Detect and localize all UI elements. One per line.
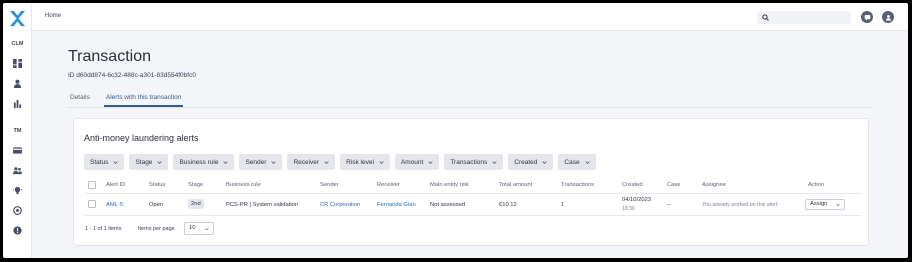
page-size-value: 10 xyxy=(189,225,196,231)
column-header[interactable]: Created xyxy=(622,182,643,188)
radar-icon[interactable] xyxy=(12,205,23,216)
filter-case[interactable]: Case xyxy=(558,154,596,170)
person-icon[interactable] xyxy=(12,78,23,89)
total-amount-cell: €10.12 xyxy=(499,202,517,208)
assign-dropdown[interactable]: Assign xyxy=(805,199,845,210)
case-cell: -- xyxy=(667,202,671,208)
filter-label: Risk level xyxy=(346,158,374,166)
alert-icon[interactable] xyxy=(12,225,23,236)
chevron-down-icon xyxy=(205,227,209,231)
bulb-icon[interactable] xyxy=(12,185,23,196)
column-header[interactable]: Stage xyxy=(188,182,203,188)
logo-icon[interactable] xyxy=(8,9,27,28)
column-header[interactable]: Alert ID xyxy=(106,182,125,188)
assignee-cell: You already worked on this alert xyxy=(702,202,778,208)
tab-alerts[interactable]: Alerts with this transaction xyxy=(103,93,184,107)
filter-business-rule[interactable]: Business rule xyxy=(173,154,235,170)
entity-risk-cell: Not assessed xyxy=(430,202,466,208)
sender-link[interactable]: CR Corporation xyxy=(320,202,360,208)
column-header[interactable]: Status xyxy=(149,182,165,188)
group-icon[interactable] xyxy=(12,165,23,176)
column-header[interactable]: Total amount xyxy=(499,182,532,188)
filter-amount[interactable]: Amount xyxy=(394,154,440,170)
alert-id-link[interactable]: AML-5 xyxy=(106,202,123,208)
chevron-down-icon xyxy=(836,203,840,207)
chevron-down-icon xyxy=(492,160,497,164)
sidebar-section-clm: CLM xyxy=(11,41,24,47)
bar-chart-icon[interactable] xyxy=(12,98,23,109)
transactions-cell: 1 xyxy=(561,202,565,208)
filter-sender[interactable]: Sender xyxy=(239,154,283,170)
created-date-cell: 04/10/2023 xyxy=(622,197,652,203)
column-header[interactable]: Main entity risk xyxy=(430,182,469,188)
filter-label: Receiver xyxy=(293,158,320,166)
tab-details[interactable]: Details xyxy=(68,93,92,107)
search-input[interactable] xyxy=(757,11,851,24)
page-title: Transaction xyxy=(68,48,151,65)
pagination-range: 1 - 1 of 1 items xyxy=(85,226,122,232)
column-header[interactable]: Transactions xyxy=(561,182,594,188)
filter-risk-level[interactable]: Risk level xyxy=(340,154,390,170)
app-window: CLM TM Home Transaction ID d60dd874-6c32… xyxy=(3,3,908,258)
search-icon xyxy=(762,14,769,21)
select-all-checkbox[interactable] xyxy=(88,181,96,189)
filter-label: Amount xyxy=(400,158,424,166)
column-header[interactable]: Sender xyxy=(320,182,339,188)
bank-card-icon[interactable] xyxy=(12,145,23,156)
tab-bar: Details Alerts with this transaction xyxy=(68,93,195,107)
chevron-down-icon xyxy=(324,160,329,164)
assign-label: Assign xyxy=(810,201,828,207)
chevron-down-icon xyxy=(542,160,548,164)
filter-label: Created xyxy=(514,158,538,166)
column-header[interactable]: Business rule xyxy=(226,182,261,188)
filter-label: Status xyxy=(90,158,109,166)
filter-label: Stage xyxy=(135,158,153,166)
page-size-select[interactable]: 10 xyxy=(184,222,214,235)
row-divider xyxy=(84,215,861,216)
chevron-down-icon xyxy=(271,160,277,164)
filter-label: Case xyxy=(564,158,580,166)
tab-divider xyxy=(68,107,873,108)
filter-status[interactable]: Status xyxy=(84,154,125,170)
top-bar: Home xyxy=(32,3,908,31)
chevron-down-icon xyxy=(223,160,229,164)
filter-created[interactable]: Created xyxy=(508,154,554,170)
sidebar-section-tm: TM xyxy=(13,128,22,134)
header-divider xyxy=(84,193,861,194)
column-header[interactable]: Receiver xyxy=(377,182,400,188)
card-title: Anti-money laundering alerts xyxy=(84,133,199,143)
alerts-card: Anti-money laundering alerts Status Stag… xyxy=(73,118,869,246)
status-cell: Open xyxy=(149,202,164,208)
receiver-link[interactable]: Fernanda Gian xyxy=(377,202,416,208)
filter-label: Business rule xyxy=(179,158,219,166)
created-time-cell: 18:30 xyxy=(622,206,635,212)
filter-bar: Status Stage Business rule Sender Receiv… xyxy=(84,154,601,170)
user-avatar-icon[interactable] xyxy=(882,11,894,23)
dashboard-icon[interactable] xyxy=(12,58,23,69)
filter-label: Transactions xyxy=(450,158,488,166)
chevron-down-icon xyxy=(584,160,590,164)
filter-transactions[interactable]: Transactions xyxy=(444,154,504,170)
row-checkbox[interactable] xyxy=(88,200,96,208)
stage-badge: 2nd xyxy=(188,199,204,209)
chevron-down-icon xyxy=(157,160,163,164)
chevron-down-icon xyxy=(379,160,384,164)
filter-label: Sender xyxy=(245,158,267,166)
column-header[interactable]: Case xyxy=(667,182,681,188)
chevron-down-icon xyxy=(428,160,433,164)
column-header[interactable]: Assignee xyxy=(702,182,726,188)
column-header: Action xyxy=(808,182,825,188)
sidebar: CLM TM xyxy=(3,3,32,258)
business-rule-cell: PCS-PR | System validation xyxy=(226,202,299,208)
filter-stage[interactable]: Stage xyxy=(129,154,169,170)
breadcrumb-home[interactable]: Home xyxy=(45,13,61,19)
items-per-page-label: Items per page xyxy=(138,226,175,232)
chat-icon[interactable] xyxy=(861,11,873,23)
filter-receiver[interactable]: Receiver xyxy=(287,154,336,170)
chevron-down-icon xyxy=(113,160,119,164)
transaction-id: ID d60dd874-6c32-488c-a301-83d554f0bfc0 xyxy=(68,72,196,79)
